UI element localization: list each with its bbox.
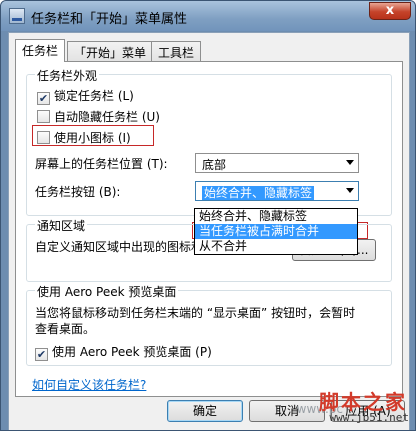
- title-bar: 任务栏和「开始」菜单属性 x: [1, 1, 415, 31]
- lock-taskbar-checkbox[interactable]: ✔: [37, 92, 50, 105]
- aero-peek-group: 使用 Aero Peek 预览桌面 当您将鼠标移动到任务栏末端的 “显示桌面” …: [26, 283, 392, 366]
- tab-panel-taskbar: 任务栏外观 ✔ 锁定任务栏 (L) 自动隐藏任务栏 (U) 使用小图标 (I) 屏…: [15, 61, 403, 397]
- properties-window: 任务栏和「开始」菜单属性 x 任务栏 「开始」菜单 工具栏 任务栏外观 ✔ 锁定任…: [0, 0, 416, 431]
- cancel-button[interactable]: 取消: [249, 400, 325, 422]
- dropdown-option-combine-when-full[interactable]: 当任务栏被占满时合并: [195, 224, 357, 239]
- small-icons-checkbox[interactable]: [37, 131, 50, 144]
- autohide-row[interactable]: 自动隐藏任务栏 (U): [37, 108, 160, 125]
- help-link[interactable]: 如何自定义该任务栏?: [32, 376, 146, 393]
- chevron-down-icon: [346, 160, 354, 165]
- aero-peek-desc-line2: 查看桌面。: [35, 322, 96, 336]
- dropdown-option-never-combine[interactable]: 从不合并: [195, 239, 357, 254]
- chevron-down-icon: [346, 188, 354, 193]
- tab-toolbars[interactable]: 工具栏: [151, 41, 202, 61]
- aero-peek-desc-line1: 当您将鼠标移动到任务栏末端的 “显示桌面” 按钮时，会暂时: [35, 306, 356, 320]
- close-button[interactable]: x: [369, 2, 411, 20]
- aero-peek-checkbox[interactable]: ✔: [35, 348, 48, 361]
- lock-taskbar-label: 锁定任务栏 (L): [54, 89, 134, 103]
- autohide-label: 自动隐藏任务栏 (U): [54, 110, 160, 124]
- buttons-value: 始终合并、隐藏标签: [202, 186, 315, 200]
- autohide-checkbox[interactable]: [37, 110, 50, 123]
- window-title: 任务栏和「开始」菜单属性: [31, 12, 188, 27]
- dropdown-option-always-combine[interactable]: 始终合并、隐藏标签: [195, 209, 357, 224]
- appearance-group-label: 任务栏外观: [35, 67, 100, 84]
- location-label: 屏幕上的任务栏位置 (T):: [35, 157, 168, 171]
- appearance-group: 任务栏外观 ✔ 锁定任务栏 (L) 自动隐藏任务栏 (U) 使用小图标 (I) 屏…: [26, 67, 392, 216]
- aero-peek-label: 使用 Aero Peek 预览桌面 (P): [52, 345, 212, 359]
- tab-taskbar[interactable]: 任务栏: [15, 39, 66, 62]
- location-dropdown[interactable]: 底部: [195, 153, 359, 173]
- buttons-dropdown[interactable]: 始终合并、隐藏标签: [195, 181, 359, 201]
- location-value: 底部: [202, 158, 227, 172]
- lock-taskbar-row[interactable]: ✔ 锁定任务栏 (L): [37, 87, 134, 105]
- notification-group-label: 通知区域: [35, 217, 88, 234]
- ok-button[interactable]: 确定: [167, 400, 243, 422]
- buttons-dropdown-list: 始终合并、隐藏标签 当任务栏被占满时合并 从不合并: [194, 208, 358, 255]
- tab-start-menu[interactable]: 「开始」菜单: [67, 41, 154, 61]
- dialog-client: 任务栏 「开始」菜单 工具栏 任务栏外观 ✔ 锁定任务栏 (L) 自动隐藏任务栏 …: [8, 32, 410, 430]
- aero-peek-group-label: 使用 Aero Peek 预览桌面: [35, 283, 179, 300]
- small-icons-label: 使用小图标 (I): [54, 131, 131, 145]
- buttons-label: 任务栏按钮 (B):: [35, 185, 121, 199]
- taskbar-icon: [9, 8, 25, 24]
- aero-peek-row[interactable]: ✔ 使用 Aero Peek 预览桌面 (P): [35, 343, 212, 361]
- small-icons-row[interactable]: 使用小图标 (I): [37, 129, 131, 146]
- apply-button[interactable]: 应用 (A): [331, 400, 405, 422]
